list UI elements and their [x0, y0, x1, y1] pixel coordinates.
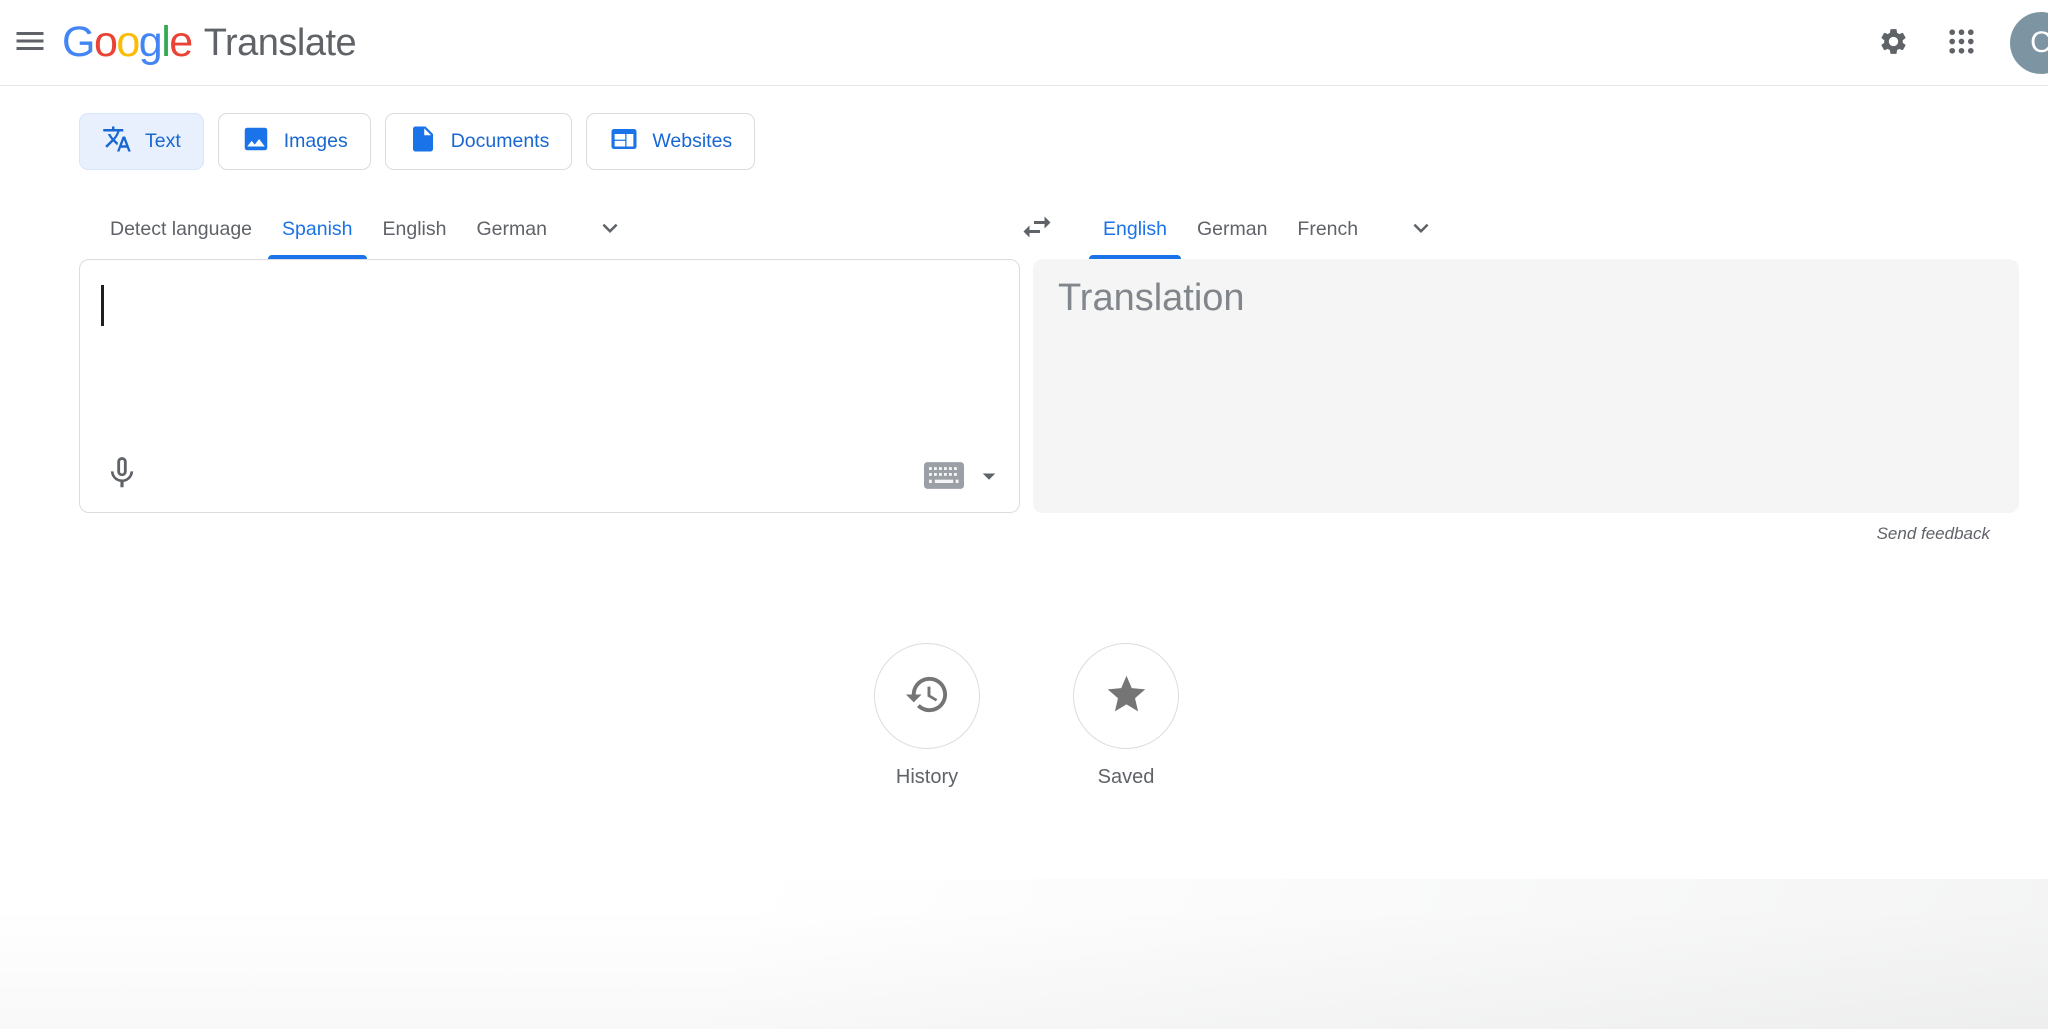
source-lang-spanish[interactable]: Spanish — [275, 200, 359, 259]
source-more-languages-button[interactable] — [586, 206, 634, 254]
hamburger-icon — [12, 23, 48, 62]
tab-websites[interactable]: Websites — [586, 113, 755, 170]
avatar-letter: C — [2030, 26, 2048, 60]
google-apps-button[interactable] — [1937, 19, 1985, 67]
voice-input-button[interactable] — [96, 448, 148, 500]
source-lang-english[interactable]: English — [376, 200, 454, 259]
tab-text[interactable]: Text — [79, 113, 204, 170]
google-translate-logo[interactable]: Google Translate — [62, 21, 356, 64]
source-language-tabs: Detect language Spanish English German — [95, 200, 634, 259]
apps-grid-icon — [1946, 26, 1977, 60]
product-name: Translate — [204, 24, 357, 62]
saved-label: Saved — [1073, 766, 1179, 789]
language-selector-row: Detect language Spanish English German E… — [0, 170, 2048, 259]
website-icon — [609, 124, 639, 160]
history-label: History — [874, 766, 980, 789]
google-wordmark: Google — [62, 21, 192, 64]
logo-letter: o — [94, 18, 116, 66]
tab-label: Documents — [451, 130, 550, 153]
microphone-icon — [103, 454, 141, 495]
history-circle — [874, 643, 980, 749]
logo-letter: e — [169, 18, 191, 66]
saved-circle — [1073, 643, 1179, 749]
translation-placeholder: Translation — [1058, 275, 1245, 323]
bottom-gradient — [0, 879, 2048, 1029]
logo-letter: G — [62, 18, 94, 66]
input-method-controls — [922, 460, 1004, 494]
source-lang-detect[interactable]: Detect language — [103, 200, 259, 259]
translation-output-panel: Translation — [1033, 259, 2019, 513]
logo-letter: g — [139, 18, 161, 66]
keyboard-input-button[interactable] — [922, 460, 966, 494]
chevron-down-icon — [1406, 213, 1436, 246]
document-icon — [408, 124, 438, 160]
source-text-input[interactable] — [80, 260, 1019, 440]
tab-label: Text — [145, 130, 181, 153]
target-lang-english[interactable]: English — [1096, 200, 1174, 259]
logo-letter: o — [116, 18, 138, 66]
tab-label: Websites — [652, 130, 732, 153]
header-actions: C — [1869, 12, 2048, 74]
tab-label: Images — [284, 130, 348, 153]
caret-down-icon — [974, 461, 1004, 494]
input-method-dropdown[interactable] — [974, 460, 1004, 494]
chevron-down-icon — [595, 213, 625, 246]
text-cursor — [101, 285, 104, 326]
tab-images[interactable]: Images — [218, 113, 371, 170]
keyboard-icon — [924, 462, 964, 492]
swap-arrows-icon — [1019, 209, 1055, 248]
gear-icon — [1878, 26, 1909, 60]
mode-tabs: Text Images Documents Websites — [79, 113, 755, 170]
source-lang-german[interactable]: German — [469, 200, 553, 259]
swap-languages-button[interactable] — [1013, 204, 1061, 252]
history-icon — [904, 671, 951, 721]
target-more-languages-button[interactable] — [1397, 206, 1445, 254]
target-lang-french[interactable]: French — [1290, 200, 1365, 259]
image-icon — [241, 124, 271, 160]
settings-button[interactable] — [1869, 19, 1917, 67]
source-text-panel — [79, 259, 1020, 513]
translate-icon — [102, 124, 132, 160]
saved-button[interactable]: Saved — [1073, 643, 1179, 789]
app-header: Google Translate C — [0, 0, 2048, 86]
send-feedback-link[interactable]: Send feedback — [1033, 524, 1990, 544]
target-lang-german[interactable]: German — [1190, 200, 1274, 259]
account-avatar[interactable]: C — [2010, 12, 2048, 74]
star-icon — [1104, 672, 1149, 720]
main-menu-button[interactable] — [6, 19, 54, 67]
history-button[interactable]: History — [874, 643, 980, 789]
target-language-tabs: English German French — [1088, 200, 1445, 259]
tab-documents[interactable]: Documents — [385, 113, 573, 170]
